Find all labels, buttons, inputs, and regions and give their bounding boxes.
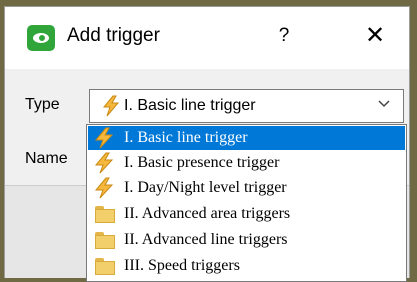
help-button[interactable]: ? xyxy=(269,21,299,51)
type-combobox[interactable]: I. Basic line trigger xyxy=(89,89,404,123)
dropdown-item-label: I. Basic line trigger xyxy=(124,129,248,146)
lightning-icon xyxy=(102,95,120,117)
lightning-icon xyxy=(94,127,114,149)
type-dropdown-list: I. Basic line trigger I. Basic presence … xyxy=(86,124,407,282)
title-bar[interactable]: Add trigger ? ✕ xyxy=(5,7,409,69)
dialog-title: Add trigger xyxy=(67,25,160,46)
chevron-down-icon[interactable] xyxy=(377,99,391,109)
folder-icon xyxy=(93,255,115,277)
dropdown-item-advanced-area-triggers[interactable]: II. Advanced area triggers xyxy=(88,202,405,226)
folder-icon xyxy=(93,203,115,225)
close-button[interactable]: ✕ xyxy=(357,21,393,51)
dropdown-item-label: I. Day/Night level trigger xyxy=(124,179,287,196)
name-label: Name xyxy=(25,150,68,167)
app-eye-icon xyxy=(27,25,55,51)
folder-icon xyxy=(93,229,115,251)
lightning-icon xyxy=(94,177,114,199)
dropdown-item-label: II. Advanced area triggers xyxy=(124,205,291,222)
type-combobox-value: I. Basic line trigger xyxy=(124,97,256,114)
dropdown-item-label: I. Basic presence trigger xyxy=(124,154,280,171)
dropdown-item-label: III. Speed triggers xyxy=(124,257,240,274)
lightning-icon xyxy=(94,152,114,174)
dropdown-item-advanced-line-triggers[interactable]: II. Advanced line triggers xyxy=(88,228,405,252)
dropdown-item-basic-presence-trigger[interactable]: I. Basic presence trigger xyxy=(88,151,405,175)
dropdown-item-label: II. Advanced line triggers xyxy=(124,231,288,248)
dropdown-item-speed-triggers[interactable]: III. Speed triggers xyxy=(88,254,405,278)
dropdown-item-basic-line-trigger[interactable]: I. Basic line trigger xyxy=(88,126,405,150)
type-label: Type xyxy=(25,96,60,113)
dropdown-item-day-night-level-trigger[interactable]: I. Day/Night level trigger xyxy=(88,176,405,200)
